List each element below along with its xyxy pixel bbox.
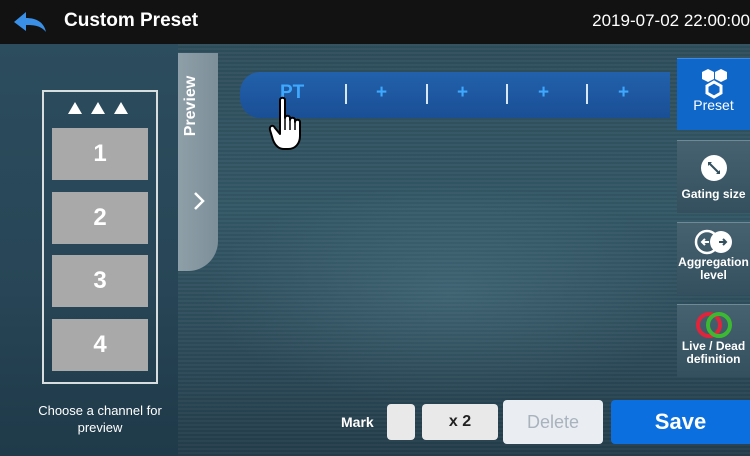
live-dead-definition-button[interactable]: Live / Dead definition [677,304,750,377]
gating-size-label: Gating size [681,187,746,201]
channel-button-3[interactable]: 3 [52,255,148,307]
channel-hint: Choose a channel for preview [38,403,162,435]
hexagons-icon [701,69,727,99]
back-arrow-icon[interactable] [12,10,48,34]
preset-button-label: Preset [693,97,734,113]
channel-panel: 1 2 3 4 Choose a channel for preview [0,44,178,456]
preset-slot-4[interactable]: + [538,82,549,104]
preview-label: Preview [182,75,199,137]
channel-button-2[interactable]: 2 [52,192,148,244]
live-dead-definition-label: Live / Dead definition [681,339,746,366]
preset-button[interactable]: Preset [677,58,750,130]
save-button[interactable]: Save [611,400,750,444]
chevron-right-icon [194,192,205,210]
channel-button-1[interactable]: 1 [52,128,148,180]
aggregation-level-button[interactable]: Aggregation level [677,222,750,295]
gating-size-button[interactable]: Gating size [677,140,750,213]
slot-divider [586,84,588,104]
slot-divider [506,84,508,104]
aggregation-level-label: Aggregation level [678,255,749,282]
overlapping-circles-icon [695,312,732,338]
delete-button[interactable]: Delete [503,400,603,444]
resize-icon [700,155,727,181]
channel-selector: 1 2 3 4 [42,90,158,384]
mark-checkbox[interactable] [387,404,415,440]
slot-divider [345,84,347,104]
title-bar: Custom Preset 2019-07-02 22:00:00 [0,0,750,44]
hand-pointer-icon [268,96,301,150]
preset-slot-2[interactable]: + [376,82,387,104]
datetime-display: 2019-07-02 22:00:00 [592,11,750,30]
multiplier-button[interactable]: x 2 [422,404,498,440]
channel-button-4[interactable]: 4 [52,319,148,371]
triple-up-arrow-icon[interactable] [68,102,128,114]
slot-divider [426,84,428,104]
preset-slot-3[interactable]: + [457,82,468,104]
preview-tab[interactable]: Preview [178,53,218,271]
page-title: Custom Preset [64,10,199,31]
aggregation-icon [694,229,732,255]
preset-slot-5[interactable]: + [618,82,629,104]
mark-label: Mark [341,414,374,430]
